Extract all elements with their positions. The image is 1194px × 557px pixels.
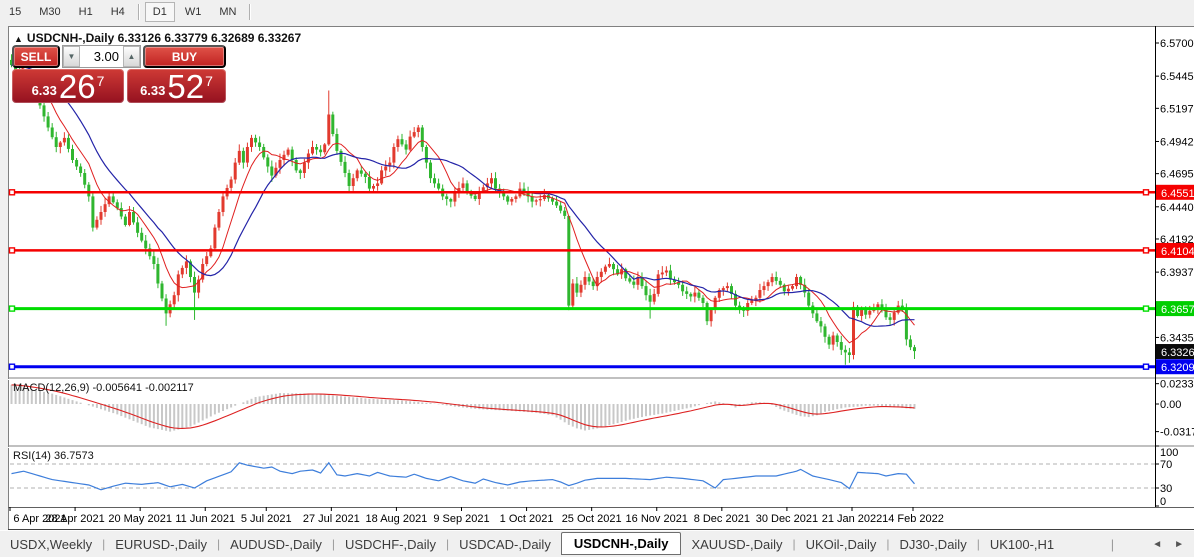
date-label: 20 May 2021 [108,513,172,525]
svg-text:6.39375: 6.39375 [1160,267,1194,279]
date-label: 1 Oct 2021 [500,513,554,525]
hline-handle[interactable] [8,363,16,370]
tab-usdcnh-daily[interactable]: USDCNH-,Daily [560,531,682,555]
svg-text:6.49425: 6.49425 [1160,136,1194,148]
svg-text:0: 0 [1160,496,1166,508]
date-label: 30 Dec 2021 [756,513,818,525]
svg-text:30: 30 [1160,483,1172,495]
date-label: 16 Nov 2021 [626,513,688,525]
tab-usdcad-daily[interactable]: USDCAD-,Daily [449,534,561,555]
svg-text:0.023365: 0.023365 [1160,379,1194,391]
one-click-trade-panel: SELL ▼ ▲ BUY 6.33 26 7 6.33 52 7 [12,45,226,103]
date-label: 21 Jan 2022 [822,513,883,525]
hline-handle[interactable] [8,247,16,254]
sell-button[interactable]: SELL [12,45,60,68]
tab-eurusd-daily[interactable]: EURUSD-,Daily [105,534,217,555]
hline-handle[interactable] [1142,247,1150,254]
date-label: 5 Jul 2021 [241,513,292,525]
date-label: 18 Aug 2021 [366,513,428,525]
macd-label: MACD(12,26,9) -0.005641 -0.002117 [13,382,194,394]
svg-text:6.33267: 6.33267 [1161,347,1194,359]
date-label: 14 Feb 2022 [882,513,944,525]
tab-separator: | [1110,536,1115,552]
tab-dj30-daily[interactable]: DJ30-,Daily [890,534,977,555]
hline-handle[interactable] [1142,305,1150,312]
svg-text:70: 70 [1160,459,1172,471]
sell-price-pip: 7 [96,73,105,89]
svg-text:100: 100 [1160,447,1178,459]
date-label: 25 Oct 2021 [562,513,622,525]
tab-scroll-left-icon[interactable]: ◄ [1152,539,1162,550]
hline-handle[interactable] [8,305,16,312]
svg-text:6.41043: 6.41043 [1161,246,1194,258]
buy-button[interactable]: BUY [143,45,226,68]
tab-scroll-right-icon[interactable]: ► [1174,539,1184,550]
date-label: 9 Sep 2021 [433,513,489,525]
volume-decrease-icon[interactable]: ▼ [63,46,80,67]
date-label: 8 Dec 2021 [694,513,750,525]
svg-text:6.46950: 6.46950 [1160,169,1194,181]
sell-price-box[interactable]: 6.33 26 7 [12,69,124,103]
volume-increase-icon[interactable]: ▲ [123,46,140,67]
volume-spinner: ▼ ▲ [62,45,141,68]
svg-text:0.00: 0.00 [1160,399,1181,411]
symbol-title-line: ▲ USDCNH-,Daily 6.33126 6.33779 6.32689 6… [14,31,301,45]
svg-text:6.57000: 6.57000 [1160,38,1194,50]
date-label: 27 Jul 2021 [303,513,360,525]
volume-input[interactable] [80,46,123,67]
svg-text:6.45515: 6.45515 [1161,188,1194,200]
svg-text:6.34350: 6.34350 [1160,332,1194,344]
buy-price-pip: 7 [205,73,213,89]
svg-text:6.51975: 6.51975 [1160,103,1194,115]
buy-price-prefix: 6.33 [140,83,166,98]
tab-scroll-controls: | ◄ ► [1111,537,1194,552]
tab-audusd-daily[interactable]: AUDUSD-,Daily [220,534,332,555]
svg-text:6.54450: 6.54450 [1160,71,1194,83]
svg-text:6.36570: 6.36570 [1161,304,1194,316]
collapse-arrow-icon[interactable]: ▲ [14,34,23,44]
svg-text:6.44400: 6.44400 [1160,202,1194,214]
svg-text:-0.031744: -0.031744 [1160,427,1194,439]
tab-ukoil-daily[interactable]: UKOil-,Daily [796,534,887,555]
hline-handle[interactable] [1142,189,1150,196]
sell-price-big: 26 [58,68,96,105]
tab-xauusd-daily[interactable]: XAUUSD-,Daily [681,534,792,555]
hline-handle[interactable] [1142,363,1150,370]
hline-handle[interactable] [8,189,16,196]
tab-usdchf-daily[interactable]: USDCHF-,Daily [335,534,446,555]
ohlc-values: 6.33126 6.33779 6.32689 6.33267 [117,31,302,45]
sell-price-prefix: 6.33 [31,83,57,98]
symbol-title: USDCNH-,Daily [26,31,115,45]
symbol-tab-bar: USDX,Weekly | EURUSD-,Daily | AUDUSD-,Daily |… [0,530,1194,557]
buy-price-big: 52 [167,68,205,105]
buy-price-box[interactable]: 6.33 52 7 [127,69,226,103]
rsi-label: RSI(14) 36.7573 [13,450,94,462]
date-label: 28 Apr 2021 [45,513,104,525]
tab-uk100-h1[interactable]: UK100-,H1 [980,534,1064,555]
svg-text:6.32098: 6.32098 [1161,362,1194,374]
date-label: 11 Jun 2021 [175,513,235,525]
tab-usdx-weekly[interactable]: USDX,Weekly [0,534,102,555]
